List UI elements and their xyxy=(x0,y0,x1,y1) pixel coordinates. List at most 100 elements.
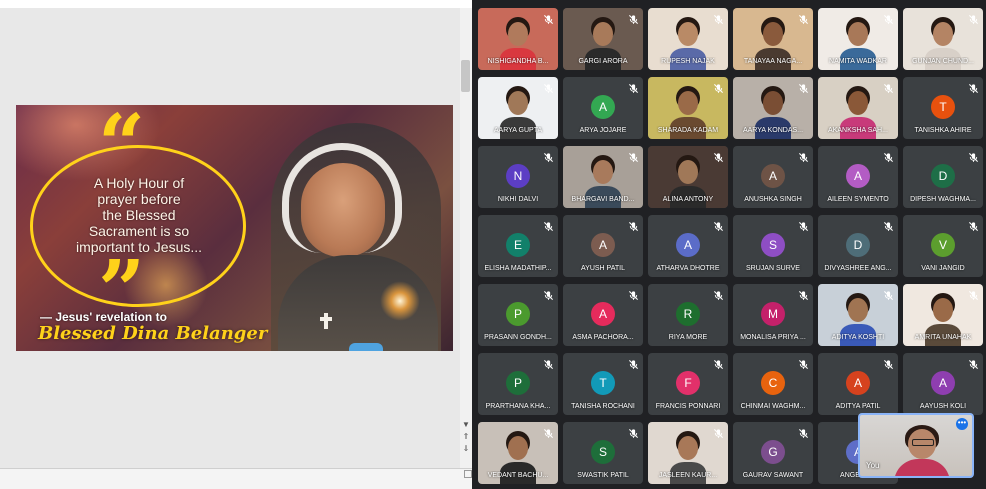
participant-video-face xyxy=(508,436,528,460)
participant-tile[interactable]: BHARGAVI BAND... xyxy=(563,146,643,208)
slide-quote-text: A Holy Hour of prayer before the Blessed… xyxy=(66,175,212,255)
participant-tile[interactable]: P PRASANN GONDH... xyxy=(478,284,558,346)
mic-off-icon xyxy=(798,150,809,163)
participant-tile[interactable]: ALINA ANTONY xyxy=(648,146,728,208)
participant-tile[interactable]: SHARADA KADAM xyxy=(648,77,728,139)
mic-off-icon xyxy=(713,357,724,370)
mic-off-icon xyxy=(713,288,724,301)
participant-tile[interactable]: T TANISHKA AHIRE xyxy=(903,77,983,139)
slide-corner-chip xyxy=(349,343,383,351)
participant-avatar: R xyxy=(676,302,700,326)
participant-name: PRASANN GONDH... xyxy=(484,334,552,341)
mic-off-icon xyxy=(543,81,554,94)
participant-tile[interactable]: GARGI ARORA xyxy=(563,8,643,70)
page-up-icon[interactable]: ⇑ xyxy=(461,432,471,442)
participant-tile[interactable]: AARYA GUPTA xyxy=(478,77,558,139)
page-down-icon[interactable]: ⇓ xyxy=(461,444,471,454)
participant-avatar: G xyxy=(761,440,785,464)
participant-tile[interactable]: C CHINMAI WAGHM... xyxy=(733,353,813,415)
mic-off-icon xyxy=(628,357,639,370)
participant-name: TANAYAA NAGA... xyxy=(743,58,803,65)
participant-name: MONALISA PRIYA ... xyxy=(740,334,806,341)
participant-tile[interactable]: RUPESH NAJAK xyxy=(648,8,728,70)
participant-tile[interactable]: ADITYA KOSHTI xyxy=(818,284,898,346)
participant-avatar: A xyxy=(591,95,615,119)
participant-tile[interactable]: M MONALISA PRIYA ... xyxy=(733,284,813,346)
mic-off-icon xyxy=(543,288,554,301)
participant-tile[interactable]: N NIKHI DALVI xyxy=(478,146,558,208)
participant-video-face xyxy=(848,22,868,46)
participant-tile[interactable]: A ATHARVA DHOTRE xyxy=(648,215,728,277)
participant-avatar: D xyxy=(846,233,870,257)
participant-name: ARYA JOJARE xyxy=(579,127,627,134)
participant-video-face xyxy=(763,91,783,115)
participant-name: VEDANT BACHU... xyxy=(487,472,549,479)
mic-off-icon xyxy=(543,150,554,163)
participant-tile[interactable]: P PRARTHANA KHA... xyxy=(478,353,558,415)
mic-off-icon xyxy=(883,219,894,232)
participant-avatar: E xyxy=(506,233,530,257)
participant-name: BHARGAVI BAND... xyxy=(571,196,635,203)
scroll-down-arrow-icon[interactable]: ▼ xyxy=(461,420,471,430)
participant-tile[interactable]: JASLEEN KAUR... xyxy=(648,422,728,484)
mic-off-icon xyxy=(883,12,894,25)
participant-video-face xyxy=(678,22,698,46)
participant-name: DIVYASHREE ANG... xyxy=(824,265,892,272)
participant-tile[interactable]: D DIVYASHREE ANG... xyxy=(818,215,898,277)
participant-name: SWASTIK PATIL xyxy=(577,472,629,479)
participant-tile[interactable]: F FRANCIS PONNARI xyxy=(648,353,728,415)
participant-name: ELISHA MADATHIP... xyxy=(484,265,552,272)
participant-name: PRARTHANA KHA... xyxy=(485,403,551,410)
scrollbar-thumb[interactable] xyxy=(461,60,470,92)
participant-tile[interactable]: TANAYAA NAGA... xyxy=(733,8,813,70)
participant-tile[interactable]: A ADITYA PATIL xyxy=(818,353,898,415)
participant-tile[interactable]: AMRITA UNAHAK xyxy=(903,284,983,346)
participant-tile[interactable]: A ARYA JOJARE xyxy=(563,77,643,139)
participant-tile[interactable]: A AAYUSH KOLI xyxy=(903,353,983,415)
participant-tile[interactable]: NISHIGANDHA B... xyxy=(478,8,558,70)
participant-tile[interactable]: GUNJAN CHUND... xyxy=(903,8,983,70)
participant-tile[interactable]: A AYUSH PATIL xyxy=(563,215,643,277)
participant-avatar: T xyxy=(591,371,615,395)
participant-tile[interactable]: AARYA KONDAS... xyxy=(733,77,813,139)
participant-video-face xyxy=(848,91,868,115)
participant-tile[interactable]: A ASMA PACHORA... xyxy=(563,284,643,346)
more-options-icon[interactable]: ••• xyxy=(956,418,968,430)
mic-off-icon xyxy=(713,150,724,163)
participant-video-face xyxy=(763,22,783,46)
participant-name: RUPESH NAJAK xyxy=(661,58,715,65)
participant-video-face xyxy=(593,22,613,46)
participant-name: ADITYA KOSHTI xyxy=(831,334,885,341)
participant-avatar: A xyxy=(676,233,700,257)
mic-off-icon xyxy=(798,288,809,301)
participant-tile[interactable]: V VANI JANGID xyxy=(903,215,983,277)
participant-avatar: S xyxy=(761,233,785,257)
participant-tile[interactable]: AKANKSHA SAH... xyxy=(818,77,898,139)
self-view-tile[interactable]: You ••• xyxy=(858,413,974,478)
participant-name: ADITYA PATIL xyxy=(835,403,881,410)
participant-name: NIKHI DALVI xyxy=(497,196,539,203)
participant-tile[interactable]: S SWASTIK PATIL xyxy=(563,422,643,484)
participant-video-face xyxy=(848,298,868,322)
participant-avatar: N xyxy=(506,164,530,188)
participant-name: TANISHA ROCHANI xyxy=(571,403,635,410)
participant-tile[interactable]: T TANISHA ROCHANI xyxy=(563,353,643,415)
participant-tile[interactable]: VEDANT BACHU... xyxy=(478,422,558,484)
mic-off-icon xyxy=(968,81,979,94)
participant-name: ATHARVA DHOTRE xyxy=(656,265,720,272)
participant-tile[interactable]: S SRUJAN SURVE xyxy=(733,215,813,277)
participant-tile[interactable]: A AILEEN SYMENTO xyxy=(818,146,898,208)
resize-corner-icon[interactable] xyxy=(464,470,472,478)
participant-video-face xyxy=(508,22,528,46)
participant-tile[interactable]: NAMITA WADKAR xyxy=(818,8,898,70)
participant-tile[interactable]: A ANUSHKA SINGH xyxy=(733,146,813,208)
participant-tile[interactable]: D DIPESH WAGHMA... xyxy=(903,146,983,208)
participant-tile[interactable]: E ELISHA MADATHIP... xyxy=(478,215,558,277)
participant-tile[interactable]: G GAURAV SAWANT xyxy=(733,422,813,484)
participant-name: AKANKSHA SAH... xyxy=(828,127,888,134)
participant-tile[interactable]: R RIYA MORE xyxy=(648,284,728,346)
mic-off-icon xyxy=(883,357,894,370)
participant-name: AARYA KONDAS... xyxy=(742,127,804,134)
presented-slide: “ ” A Holy Hour of prayer before the Ble… xyxy=(16,105,453,351)
slide-attribution: — Jesus' revelation to xyxy=(40,310,167,324)
